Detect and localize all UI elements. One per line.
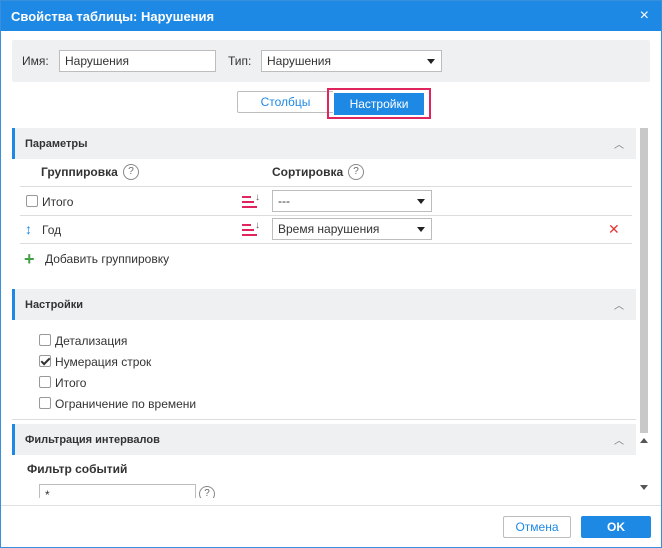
scroll-up-icon[interactable] bbox=[640, 438, 648, 443]
grouping-row-label: Год bbox=[42, 223, 62, 237]
sort-icon[interactable]: ↓ bbox=[242, 192, 260, 209]
footer-divider bbox=[1, 505, 661, 506]
cancel-button[interactable]: Отмена bbox=[503, 516, 571, 538]
option-label: Итого bbox=[55, 376, 87, 390]
tab-settings[interactable]: Настройки bbox=[334, 93, 424, 115]
dialog-titlebar: Свойства таблицы: Нарушения × bbox=[1, 1, 661, 31]
checkbox-row-numbering[interactable] bbox=[39, 355, 51, 367]
sort-select-total[interactable]: --- bbox=[272, 190, 432, 212]
delete-x-icon[interactable]: ✕ bbox=[608, 221, 620, 238]
option-label: Детализация bbox=[55, 334, 128, 348]
divider bbox=[20, 243, 632, 244]
tab-settings-highlight: Настройки bbox=[327, 88, 431, 119]
section-settings-header[interactable]: Настройки ︿ bbox=[12, 289, 636, 320]
section-params-header[interactable]: Параметры ︿ bbox=[12, 128, 636, 159]
sort-select-value: Время нарушения bbox=[278, 222, 380, 236]
option-label: Нумерация строк bbox=[55, 355, 152, 369]
grouping-checkbox-total[interactable] bbox=[26, 195, 38, 207]
dialog-title: Свойства таблицы: Нарушения bbox=[11, 9, 215, 24]
drag-updown-icon[interactable]: ↕ bbox=[25, 221, 32, 237]
divider bbox=[20, 186, 632, 187]
add-grouping-link[interactable]: Добавить группировку bbox=[45, 252, 169, 266]
name-label: Имя: bbox=[22, 54, 49, 68]
scrollbar-thumb[interactable] bbox=[640, 128, 648, 433]
help-icon[interactable]: ? bbox=[199, 486, 215, 498]
section-params-title: Параметры bbox=[25, 138, 88, 150]
section-settings-title: Настройки bbox=[25, 299, 84, 311]
name-input[interactable]: Нарушения bbox=[59, 50, 216, 72]
chevron-up-icon[interactable]: ︿ bbox=[614, 432, 624, 447]
sorting-header: Сортировка bbox=[272, 165, 344, 179]
ok-button[interactable]: OK bbox=[581, 516, 651, 538]
event-filter-label: Фильтр событий bbox=[27, 462, 128, 476]
chevron-up-icon[interactable]: ︿ bbox=[614, 136, 624, 151]
grouping-row-label: Итого bbox=[42, 195, 74, 209]
help-icon[interactable]: ? bbox=[348, 164, 364, 180]
chevron-down-icon bbox=[417, 227, 425, 232]
divider bbox=[12, 419, 636, 420]
section-filter-title: Фильтрация интервалов bbox=[25, 434, 160, 446]
type-label: Тип: bbox=[228, 54, 252, 68]
table-properties-dialog: Свойства таблицы: Нарушения × Имя: Наруш… bbox=[0, 0, 662, 548]
name-type-panel: Имя: Нарушения Тип: Нарушения bbox=[12, 40, 650, 82]
sort-select-value: --- bbox=[278, 194, 290, 208]
tab-columns[interactable]: Столбцы bbox=[237, 91, 333, 113]
section-filter-header[interactable]: Фильтрация интервалов ︿ bbox=[12, 424, 636, 455]
chevron-down-icon bbox=[417, 199, 425, 204]
option-label: Ограничение по времени bbox=[55, 397, 197, 411]
chevron-up-icon[interactable]: ︿ bbox=[614, 297, 624, 312]
divider bbox=[20, 215, 632, 216]
plus-icon[interactable]: + bbox=[24, 250, 35, 268]
checkbox-total[interactable] bbox=[39, 376, 51, 388]
grouping-header: Группировка bbox=[41, 165, 118, 179]
sort-icon[interactable]: ↓ bbox=[242, 220, 260, 237]
close-icon[interactable]: × bbox=[640, 6, 649, 26]
settings-content: Параметры ︿ Группировка ? Сортировка ? И… bbox=[12, 128, 636, 498]
checkbox-detailing[interactable] bbox=[39, 334, 51, 346]
event-filter-input[interactable]: * bbox=[39, 484, 196, 498]
scroll-down-icon[interactable] bbox=[640, 485, 648, 490]
type-select[interactable]: Нарушения bbox=[261, 50, 442, 72]
sort-select-year[interactable]: Время нарушения bbox=[272, 218, 432, 240]
help-icon[interactable]: ? bbox=[123, 164, 139, 180]
type-select-value: Нарушения bbox=[267, 54, 332, 68]
chevron-down-icon bbox=[427, 59, 435, 64]
content-scrollbar[interactable] bbox=[637, 128, 651, 498]
checkbox-time-limit[interactable] bbox=[39, 397, 51, 409]
